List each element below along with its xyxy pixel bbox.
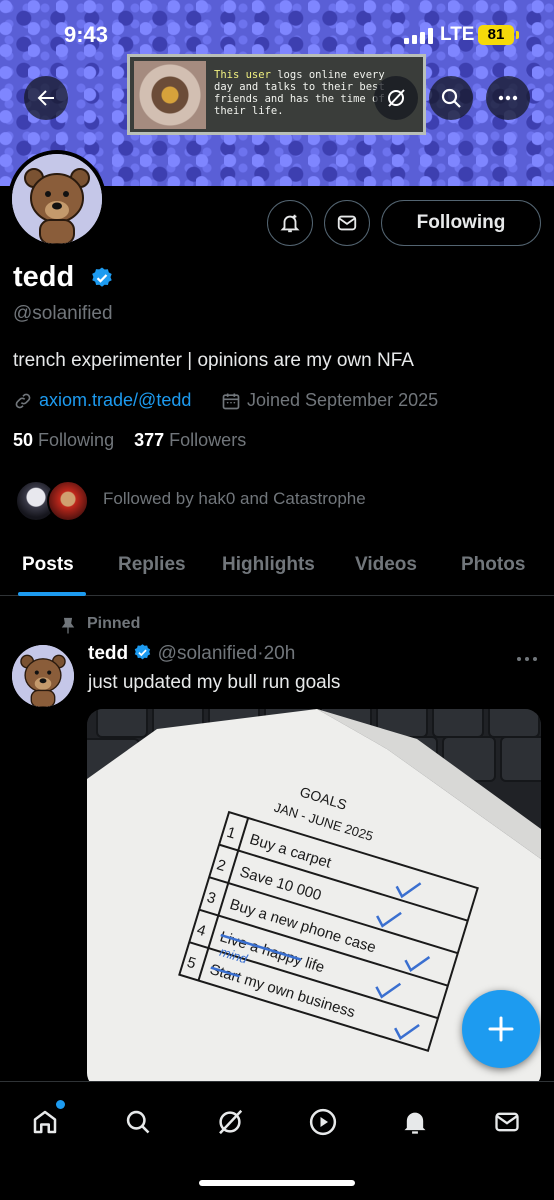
followers-count-link[interactable]: 377 Followers <box>134 430 246 450</box>
search-button[interactable] <box>429 76 473 120</box>
following-button[interactable]: Following <box>381 200 541 246</box>
post-header: tedd @solanified·20h <box>88 643 295 665</box>
eye-image <box>134 61 206 129</box>
tab-videos[interactable]: Videos <box>355 554 417 576</box>
play-circle-icon <box>309 1108 337 1136</box>
bell-plus-icon <box>280 214 300 233</box>
follower-avatar <box>47 480 89 522</box>
pin-icon <box>61 617 75 634</box>
plus-icon <box>488 1016 514 1042</box>
followers-count: 377 <box>134 430 165 450</box>
post-author-name[interactable]: tedd <box>88 643 128 664</box>
link-icon <box>15 393 31 408</box>
post-author-avatar[interactable] <box>12 645 74 707</box>
verified-badge-icon[interactable] <box>90 266 114 290</box>
search-icon <box>126 1110 150 1134</box>
following-count: 50 <box>13 430 34 450</box>
profile-link-text[interactable]: axiom.trade/@tedd <box>39 390 191 411</box>
bell-icon <box>404 1112 426 1134</box>
grok-icon <box>219 1109 243 1135</box>
more-horizontal-icon <box>517 657 537 661</box>
profile-link[interactable]: axiom.trade/@tedd <box>13 390 191 411</box>
battery-icon: 81 <box>478 25 519 45</box>
nav-home[interactable] <box>25 1100 65 1142</box>
nav-grok[interactable] <box>210 1102 250 1142</box>
envelope-icon <box>337 215 357 231</box>
joined-date: Joined September 2025 <box>221 390 438 411</box>
joined-text: Joined September 2025 <box>247 390 439 410</box>
bear-avatar-image <box>12 154 102 244</box>
back-button[interactable] <box>24 76 68 120</box>
bio: trench experimenter | opinions are my ow… <box>13 350 414 371</box>
notify-button[interactable] <box>267 200 313 246</box>
grok-button[interactable] <box>374 76 418 120</box>
calendar-icon <box>222 393 240 409</box>
grok-icon <box>388 89 405 107</box>
network-label: LTE <box>440 24 475 45</box>
bear-avatar-image <box>12 645 74 707</box>
banner-window-text: This user logs online every day and talk… <box>214 69 385 117</box>
home-indicator <box>199 1180 355 1186</box>
more-options-button[interactable] <box>486 76 530 120</box>
follow-counts: 50 Following 377 Followers <box>13 430 246 451</box>
status-time: 9:43 <box>64 22 109 47</box>
tab-photos[interactable]: Photos <box>461 554 525 576</box>
followers-label: Followers <box>169 430 247 450</box>
message-button[interactable] <box>324 200 370 246</box>
following-label: Following <box>38 430 115 450</box>
tab-posts[interactable]: Posts <box>22 554 74 576</box>
arrow-left-icon <box>37 90 54 106</box>
pinned-label: Pinned <box>87 615 141 632</box>
envelope-icon <box>495 1112 519 1132</box>
handle: @solanified <box>13 303 113 324</box>
nav-search[interactable] <box>118 1102 158 1142</box>
nav-media[interactable] <box>303 1102 343 1142</box>
post-more-button[interactable] <box>516 646 538 669</box>
home-icon <box>33 1110 57 1134</box>
profile-avatar[interactable] <box>8 150 106 248</box>
nav-messages[interactable] <box>487 1102 527 1142</box>
followed-by-text: Followed by hak0 and Catastrophe <box>103 489 366 508</box>
search-icon <box>441 88 461 108</box>
profile-tabs: Posts Replies Highlights Videos Photos <box>0 540 554 596</box>
nav-notifications[interactable] <box>395 1102 435 1142</box>
following-count-link[interactable]: 50 Following <box>13 430 114 450</box>
tab-replies[interactable]: Replies <box>118 554 186 576</box>
tab-highlights[interactable]: Highlights <box>222 554 315 576</box>
active-tab-indicator <box>18 592 86 596</box>
home-notification-dot <box>56 1100 65 1109</box>
display-name: tedd <box>13 261 75 293</box>
more-horizontal-icon <box>498 95 518 101</box>
verified-badge-icon <box>135 644 151 660</box>
signal-icon <box>404 28 434 44</box>
post-time: 20h <box>263 643 296 664</box>
compose-post-button[interactable] <box>462 990 540 1068</box>
post-text: just updated my bull run goals <box>88 672 341 693</box>
post-author-handle: @solanified <box>157 643 258 664</box>
